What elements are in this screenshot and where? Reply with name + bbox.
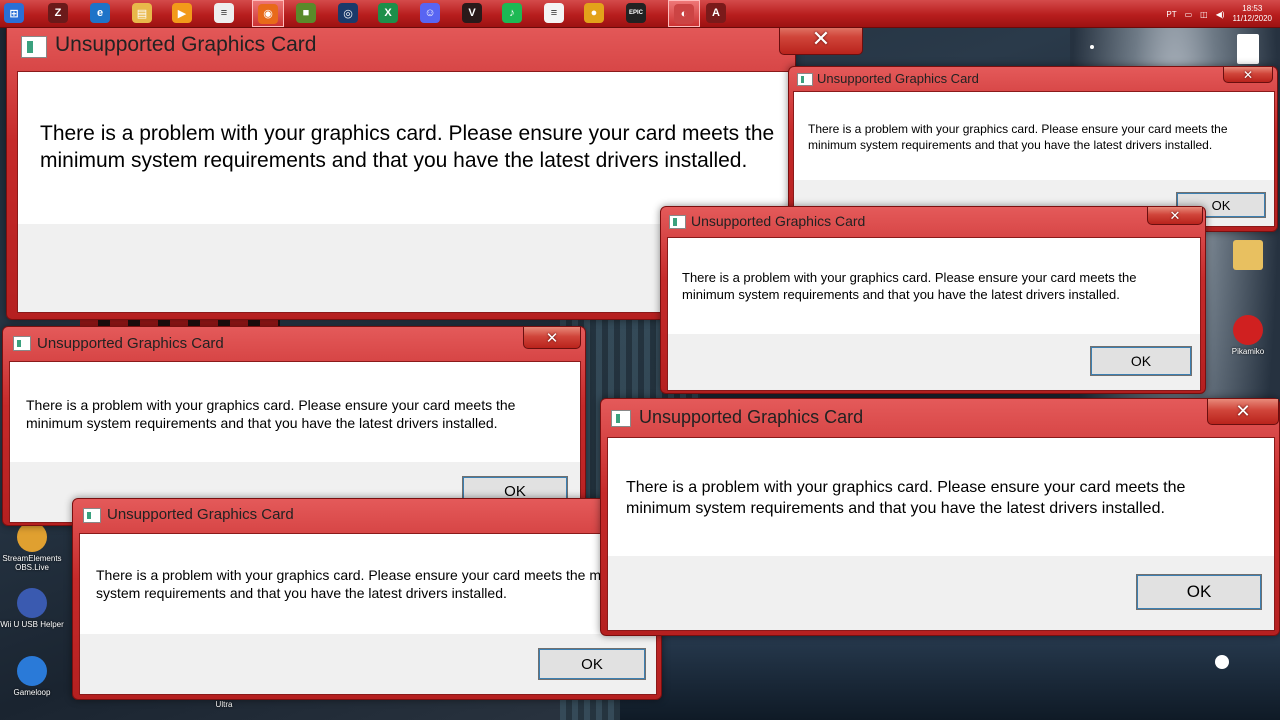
dialog-body: There is a problem with your graphics ca… [667, 237, 1201, 391]
system-tray: PT ▭ ◫ ◀) 18:53 11/12/2020 [1166, 4, 1272, 24]
clock[interactable]: 18:53 11/12/2020 [1233, 4, 1272, 24]
ok-button[interactable]: OK [538, 648, 646, 680]
app-icon [669, 215, 686, 229]
dialog-body: There is a problem with your graphics ca… [79, 533, 657, 695]
folder-icon [1233, 240, 1263, 270]
spotify-icon-glyph: ♪ [502, 3, 522, 23]
volume-icon[interactable]: ◀) [1216, 10, 1225, 19]
wallpaper-star [1090, 45, 1094, 49]
firefox-icon-glyph: ◉ [258, 3, 278, 24]
taskbar: ⊞ Ze ▤ ▶ ≡ ◉ ■ ◎ X ☺ V ♪ ≡ ● EPIC ◐ A PT ▭ ◫ ◀) 18:53 11… [0, 0, 1280, 28]
desktop-icon-label: Pikamiko [1231, 347, 1265, 356]
game-app-icon[interactable]: Z [48, 3, 68, 23]
clock-date: 11/12/2020 [1232, 14, 1272, 23]
notepad-icon[interactable]: ≡ [214, 3, 234, 23]
explorer-icon-glyph: ▤ [132, 3, 152, 23]
minecraft-icon-glyph: ■ [296, 3, 316, 23]
clock-time: 18:53 [1242, 4, 1263, 13]
desktop-icon-wiiu-helper[interactable]: Wii U USB Helper [0, 588, 64, 629]
dialog-message: There is a problem with your graphics ca… [626, 479, 1186, 517]
app-icon [797, 73, 813, 86]
game-app-icon-glyph: Z [48, 3, 68, 23]
pikamiko-icon [1233, 315, 1263, 345]
discord-icon[interactable]: ☺ [420, 3, 440, 23]
dialog-title: Unsupported Graphics Card [639, 407, 864, 427]
language-indicator[interactable]: PT [1166, 10, 1176, 19]
start-icon-glyph: ⊞ [4, 3, 24, 23]
dialog-title: Unsupported Graphics Card [691, 213, 866, 229]
desktop-icon-label: StreamElements OBS.Live [2, 554, 62, 572]
app-icon [13, 336, 31, 351]
desktop-icon-gameloop[interactable]: Gameloop [0, 656, 64, 697]
chrome-icon-glyph: ● [584, 3, 604, 23]
error-dialog: Unsupported Graphics Card There is a pro… [72, 498, 662, 700]
obs-icon[interactable]: ◐ [668, 0, 700, 27]
document-icon-glyph: ≡ [544, 3, 564, 23]
wallpaper-star [1215, 655, 1229, 669]
start-icon[interactable]: ⊞ [4, 3, 24, 23]
close-button[interactable]: ✕ [1207, 399, 1279, 425]
dialog-body: There is a problem with your graphics ca… [607, 437, 1275, 631]
network-icon[interactable]: ◫ [1200, 10, 1208, 19]
firefox-icon[interactable]: ◉ [252, 0, 284, 27]
excel-icon-glyph: X [378, 3, 398, 23]
dialog-title: Unsupported Graphics Card [817, 71, 979, 86]
app-icon [83, 508, 101, 523]
dialog-title: Unsupported Graphics Card [55, 33, 317, 56]
discord-icon-glyph: ☺ [420, 3, 440, 23]
obs-icon-glyph: ◐ [674, 3, 694, 24]
valorant-icon[interactable]: V [462, 3, 482, 23]
explorer-icon[interactable]: ▤ [132, 3, 152, 23]
chrome-icon[interactable]: ● [584, 3, 604, 23]
gameloop-icon [17, 656, 47, 686]
app-a-icon[interactable]: A [706, 3, 726, 23]
dialog-message: There is a problem with your graphics ca… [682, 270, 1137, 302]
spotify-icon[interactable]: ♪ [502, 3, 522, 23]
desktop-icon-label: Ultra [215, 700, 233, 709]
dialog-message: There is a problem with your graphics ca… [26, 397, 516, 432]
ok-button[interactable]: OK [1090, 346, 1192, 376]
ie-icon-glyph: e [90, 3, 110, 23]
excel-icon[interactable]: X [378, 3, 398, 23]
dialog-message: There is a problem with your graphics ca… [808, 122, 1228, 152]
close-button[interactable]: ✕ [1147, 207, 1203, 225]
error-dialog: Unsupported Graphics Card ✕ There is a p… [600, 398, 1280, 636]
ie-icon[interactable]: e [90, 3, 110, 23]
desktop-icon-streamelements[interactable]: StreamElements OBS.Live [0, 522, 64, 572]
media-player-icon-glyph: ▶ [172, 3, 192, 23]
error-dialog: Unsupported Graphics Card ✕ There is a p… [660, 206, 1206, 394]
epic-games-icon-glyph: EPIC [626, 3, 646, 23]
app-icon [21, 36, 47, 58]
dialog-message: There is a problem with your graphics ca… [40, 122, 775, 173]
close-button[interactable]: ✕ [1223, 67, 1273, 83]
close-button[interactable]: ✕ [523, 327, 581, 349]
media-player-icon[interactable]: ▶ [172, 3, 192, 23]
epic-games-icon[interactable]: EPIC [626, 3, 646, 23]
desktop-icon-label: Wii U USB Helper [0, 620, 64, 629]
desktop-icon-ultra[interactable]: Ultra [192, 700, 256, 709]
error-dialog: Unsupported Graphics Card ✕ There is a p… [2, 326, 586, 526]
desktop-icon-file[interactable] [1216, 240, 1280, 272]
network-app-icon[interactable]: ◎ [338, 3, 358, 23]
dialog-message: There is a problem with your graphics ca… [96, 567, 647, 602]
document-icon[interactable]: ≡ [544, 3, 564, 23]
streamelements-icon [17, 522, 47, 552]
app-a-icon-glyph: A [706, 3, 726, 23]
app-icon [611, 410, 631, 427]
minecraft-icon[interactable]: ■ [296, 3, 316, 23]
valorant-icon-glyph: V [462, 3, 482, 23]
rocket-icon [17, 588, 47, 618]
ok-button[interactable]: OK [1136, 574, 1262, 610]
desktop-icon-label: Gameloop [13, 688, 51, 697]
dialog-title: Unsupported Graphics Card [107, 506, 294, 523]
desktop-icon-document[interactable] [1216, 34, 1280, 66]
notepad-icon-glyph: ≡ [214, 3, 234, 23]
dialog-title: Unsupported Graphics Card [37, 335, 224, 352]
network-app-icon-glyph: ◎ [338, 3, 358, 23]
document-icon [1237, 34, 1259, 64]
keyboard-icon[interactable]: ▭ [1185, 10, 1193, 19]
desktop-icon-pikamiko[interactable]: Pikamiko [1216, 315, 1280, 356]
